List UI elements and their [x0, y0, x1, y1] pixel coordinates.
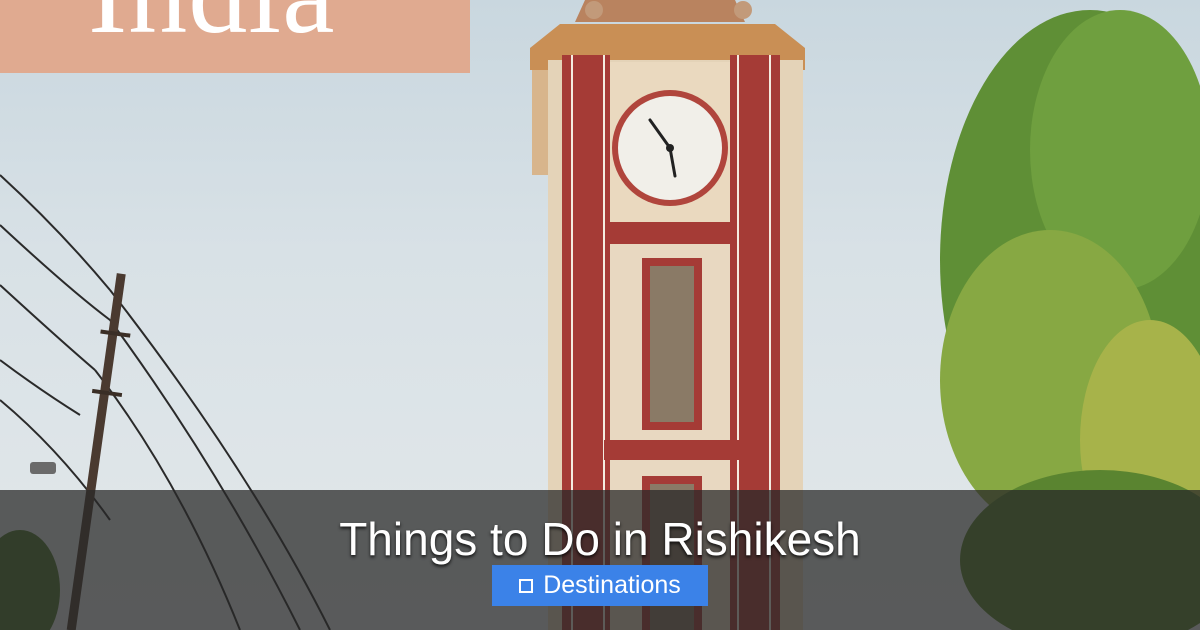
- post-title: Things to Do in Rishikesh: [339, 513, 861, 565]
- featured-image: India Things to Do in Rishikesh Destinat…: [0, 0, 1200, 630]
- category-badge[interactable]: Destinations: [492, 565, 708, 606]
- category-label: Destinations: [543, 571, 681, 599]
- brand-banner: India: [0, 0, 470, 73]
- folder-icon: [519, 578, 534, 593]
- brand-text: India: [88, 0, 335, 52]
